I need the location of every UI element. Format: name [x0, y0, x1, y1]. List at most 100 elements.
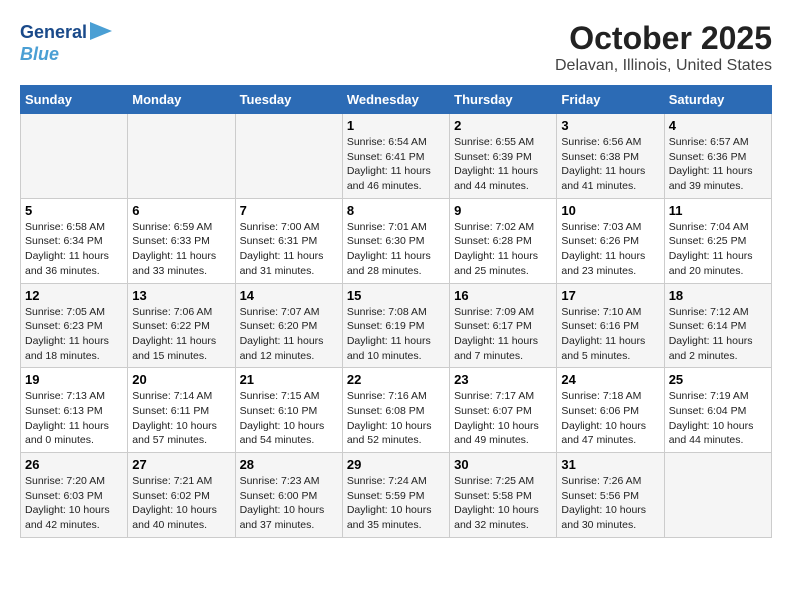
calendar-cell: 25 Sunrise: 7:19 AM Sunset: 6:04 PM Dayli… — [664, 368, 771, 453]
day-info: Sunrise: 6:59 AM Sunset: 6:33 PM Dayligh… — [132, 220, 230, 279]
calendar-cell: 29 Sunrise: 7:24 AM Sunset: 5:59 PM Dayli… — [342, 453, 449, 538]
page-header: General Blue October 2025 Delavan, Illin… — [20, 20, 772, 75]
day-info: Sunrise: 6:58 AM Sunset: 6:34 PM Dayligh… — [25, 220, 123, 279]
calendar-week-2: 5 Sunrise: 6:58 AM Sunset: 6:34 PM Daylig… — [21, 198, 772, 283]
calendar-cell — [235, 114, 342, 199]
day-number: 5 — [25, 203, 123, 218]
weekday-header-row: SundayMondayTuesdayWednesdayThursdayFrid… — [21, 86, 772, 114]
day-info: Sunrise: 7:14 AM Sunset: 6:11 PM Dayligh… — [132, 389, 230, 448]
day-info: Sunrise: 7:05 AM Sunset: 6:23 PM Dayligh… — [25, 305, 123, 364]
calendar-cell: 26Sunrise: 7:20 AM Sunset: 6:03 PM Dayli… — [21, 453, 128, 538]
day-number: 30 — [454, 457, 552, 472]
weekday-header-monday: Monday — [128, 86, 235, 114]
day-info: Sunrise: 7:25 AM Sunset: 5:58 PM Dayligh… — [454, 474, 552, 533]
day-number: 1 — [347, 118, 445, 133]
day-info: Sunrise: 7:16 AM Sunset: 6:08 PM Dayligh… — [347, 389, 445, 448]
calendar-cell: 4Sunrise: 6:57 AM Sunset: 6:36 PM Daylig… — [664, 114, 771, 199]
day-number: 24 — [561, 372, 659, 387]
day-info: Sunrise: 7:07 AM Sunset: 6:20 PM Dayligh… — [240, 305, 338, 364]
calendar-cell: 7Sunrise: 7:00 AM Sunset: 6:31 PM Daylig… — [235, 198, 342, 283]
calendar-week-4: 19 Sunrise: 7:13 AM Sunset: 6:13 PM Dayli… — [21, 368, 772, 453]
day-info: Sunrise: 7:18 AM Sunset: 6:06 PM Dayligh… — [561, 389, 659, 448]
logo-text-line2: Blue — [20, 45, 59, 65]
day-info: Sunrise: 7:04 AM Sunset: 6:25 PM Dayligh… — [669, 220, 767, 279]
calendar-cell: 23 Sunrise: 7:17 AM Sunset: 6:07 PM Dayli… — [450, 368, 557, 453]
calendar-cell: 28 Sunrise: 7:23 AM Sunset: 6:00 PM Dayli… — [235, 453, 342, 538]
day-number: 29 — [347, 457, 445, 472]
day-info: Sunrise: 7:19 AM Sunset: 6:04 PM Dayligh… — [669, 389, 767, 448]
day-number: 16 — [454, 288, 552, 303]
calendar-cell: 2Sunrise: 6:55 AM Sunset: 6:39 PM Daylig… — [450, 114, 557, 199]
day-info: Sunrise: 7:12 AM Sunset: 6:14 PM Dayligh… — [669, 305, 767, 364]
calendar-week-3: 12 Sunrise: 7:05 AM Sunset: 6:23 PM Dayli… — [21, 283, 772, 368]
day-number: 28 — [240, 457, 338, 472]
day-info: Sunrise: 6:56 AM Sunset: 6:38 PM Dayligh… — [561, 135, 659, 194]
day-info: Sunrise: 7:15 AM Sunset: 6:10 PM Dayligh… — [240, 389, 338, 448]
calendar-cell: 31 Sunrise: 7:26 AM Sunset: 5:56 PM Dayli… — [557, 453, 664, 538]
calendar-cell: 16Sunrise: 7:09 AM Sunset: 6:17 PM Dayli… — [450, 283, 557, 368]
day-info: Sunrise: 6:55 AM Sunset: 6:39 PM Dayligh… — [454, 135, 552, 194]
day-info: Sunrise: 7:08 AM Sunset: 6:19 PM Dayligh… — [347, 305, 445, 364]
day-info: Sunrise: 7:00 AM Sunset: 6:31 PM Dayligh… — [240, 220, 338, 279]
day-number: 25 — [669, 372, 767, 387]
calendar-cell: 19 Sunrise: 7:13 AM Sunset: 6:13 PM Dayli… — [21, 368, 128, 453]
day-info: Sunrise: 7:10 AM Sunset: 6:16 PM Dayligh… — [561, 305, 659, 364]
day-number: 3 — [561, 118, 659, 133]
day-number: 10 — [561, 203, 659, 218]
weekday-header-wednesday: Wednesday — [342, 86, 449, 114]
day-info: Sunrise: 7:21 AM Sunset: 6:02 PM Dayligh… — [132, 474, 230, 533]
day-info: Sunrise: 7:26 AM Sunset: 5:56 PM Dayligh… — [561, 474, 659, 533]
day-number: 11 — [669, 203, 767, 218]
calendar-cell — [664, 453, 771, 538]
calendar-cell: 21 Sunrise: 7:15 AM Sunset: 6:10 PM Dayli… — [235, 368, 342, 453]
day-number: 23 — [454, 372, 552, 387]
day-info: Sunrise: 6:57 AM Sunset: 6:36 PM Dayligh… — [669, 135, 767, 194]
calendar-cell: 3 Sunrise: 6:56 AM Sunset: 6:38 PM Daylig… — [557, 114, 664, 199]
calendar-table: SundayMondayTuesdayWednesdayThursdayFrid… — [20, 85, 772, 538]
calendar-cell: 18 Sunrise: 7:12 AM Sunset: 6:14 PM Dayli… — [664, 283, 771, 368]
weekday-header-tuesday: Tuesday — [235, 86, 342, 114]
weekday-header-friday: Friday — [557, 86, 664, 114]
day-info: Sunrise: 7:02 AM Sunset: 6:28 PM Dayligh… — [454, 220, 552, 279]
day-number: 12 — [25, 288, 123, 303]
day-info: Sunrise: 7:20 AM Sunset: 6:03 PM Dayligh… — [25, 474, 123, 533]
calendar-cell: 20Sunrise: 7:14 AM Sunset: 6:11 PM Dayli… — [128, 368, 235, 453]
day-info: Sunrise: 7:23 AM Sunset: 6:00 PM Dayligh… — [240, 474, 338, 533]
weekday-header-thursday: Thursday — [450, 86, 557, 114]
day-info: Sunrise: 7:13 AM Sunset: 6:13 PM Dayligh… — [25, 389, 123, 448]
calendar-cell — [128, 114, 235, 199]
day-number: 15 — [347, 288, 445, 303]
calendar-cell: 9Sunrise: 7:02 AM Sunset: 6:28 PM Daylig… — [450, 198, 557, 283]
calendar-cell: 27Sunrise: 7:21 AM Sunset: 6:02 PM Dayli… — [128, 453, 235, 538]
day-number: 22 — [347, 372, 445, 387]
day-number: 31 — [561, 457, 659, 472]
calendar-cell: 13Sunrise: 7:06 AM Sunset: 6:22 PM Dayli… — [128, 283, 235, 368]
calendar-cell: 5 Sunrise: 6:58 AM Sunset: 6:34 PM Daylig… — [21, 198, 128, 283]
day-info: Sunrise: 7:06 AM Sunset: 6:22 PM Dayligh… — [132, 305, 230, 364]
weekday-header-saturday: Saturday — [664, 86, 771, 114]
calendar-cell: 10Sunrise: 7:03 AM Sunset: 6:26 PM Dayli… — [557, 198, 664, 283]
calendar-cell — [21, 114, 128, 199]
day-info: Sunrise: 7:17 AM Sunset: 6:07 PM Dayligh… — [454, 389, 552, 448]
weekday-header-sunday: Sunday — [21, 86, 128, 114]
day-info: Sunrise: 7:24 AM Sunset: 5:59 PM Dayligh… — [347, 474, 445, 533]
calendar-week-1: 1 Sunrise: 6:54 AM Sunset: 6:41 PM Daylig… — [21, 114, 772, 199]
calendar-week-5: 26Sunrise: 7:20 AM Sunset: 6:03 PM Dayli… — [21, 453, 772, 538]
day-number: 19 — [25, 372, 123, 387]
page-title: October 2025 — [555, 20, 772, 57]
page-subtitle: Delavan, Illinois, United States — [555, 57, 772, 75]
calendar-cell: 6 Sunrise: 6:59 AM Sunset: 6:33 PM Daylig… — [128, 198, 235, 283]
calendar-cell: 22 Sunrise: 7:16 AM Sunset: 6:08 PM Dayli… — [342, 368, 449, 453]
calendar-cell: 8Sunrise: 7:01 AM Sunset: 6:30 PM Daylig… — [342, 198, 449, 283]
calendar-cell: 14Sunrise: 7:07 AM Sunset: 6:20 PM Dayli… — [235, 283, 342, 368]
day-number: 21 — [240, 372, 338, 387]
day-info: Sunrise: 7:01 AM Sunset: 6:30 PM Dayligh… — [347, 220, 445, 279]
calendar-cell: 30 Sunrise: 7:25 AM Sunset: 5:58 PM Dayli… — [450, 453, 557, 538]
calendar-cell: 15 Sunrise: 7:08 AM Sunset: 6:19 PM Dayli… — [342, 283, 449, 368]
logo-arrow-icon — [90, 22, 112, 40]
title-block: October 2025 Delavan, Illinois, United S… — [555, 20, 772, 75]
day-number: 6 — [132, 203, 230, 218]
logo: General Blue — [20, 20, 112, 65]
day-info: Sunrise: 6:54 AM Sunset: 6:41 PM Dayligh… — [347, 135, 445, 194]
day-number: 18 — [669, 288, 767, 303]
